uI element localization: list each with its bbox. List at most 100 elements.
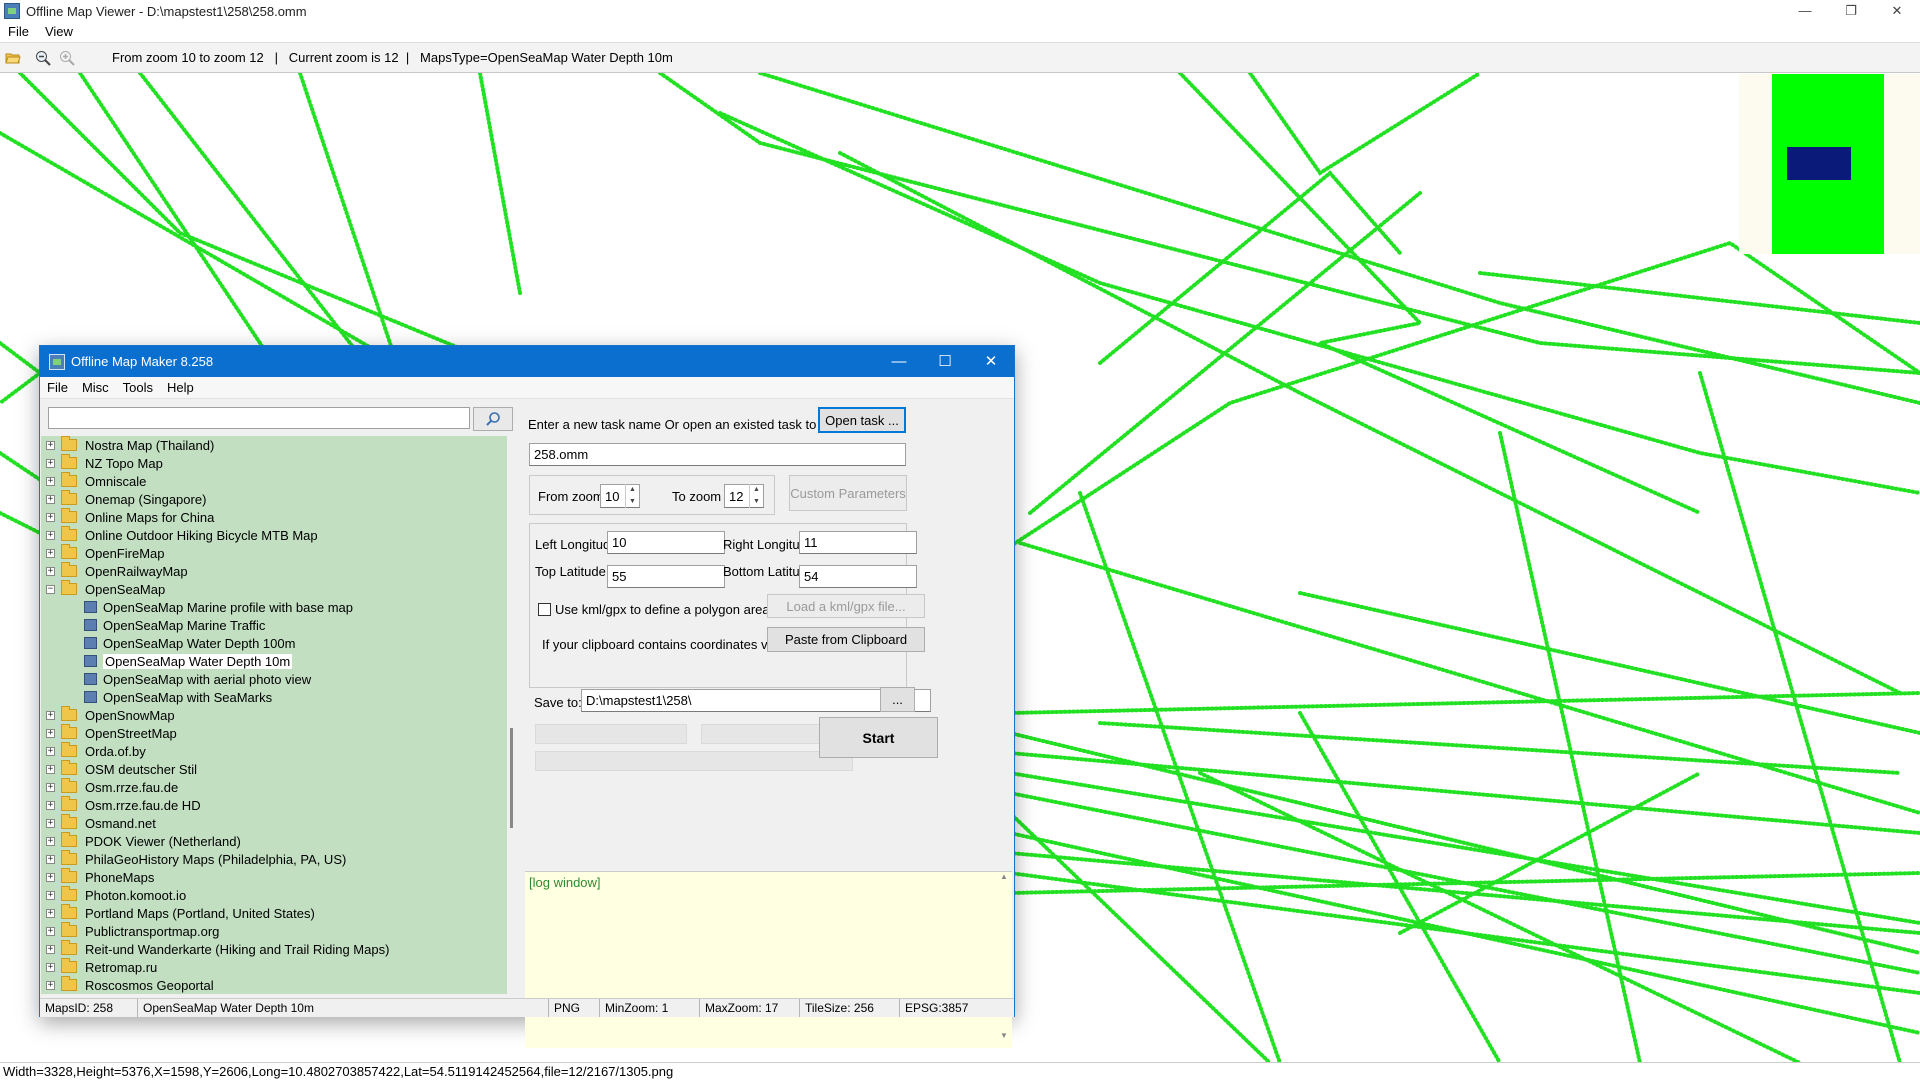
expand-icon[interactable]: + [46, 926, 55, 936]
tree-folder-item[interactable]: − OpenSeaMap [41, 580, 507, 598]
map-search-input[interactable] [48, 407, 470, 429]
folder-icon [61, 508, 77, 523]
collapse-icon[interactable]: − [46, 584, 55, 594]
top-latitude-input[interactable] [607, 565, 725, 588]
task-name-input[interactable] [529, 443, 906, 466]
log-window[interactable]: [log window] ▲ ▼ [525, 871, 1012, 1048]
tree-folder-item[interactable]: + OpenRailwayMap [41, 562, 507, 580]
tree-folder-item[interactable]: + Osm.rrze.fau.de HD [41, 796, 507, 814]
tree-folder-item[interactable]: + Reit-und Wanderkarte (Hiking and Trail … [41, 940, 507, 958]
expand-icon[interactable]: + [46, 548, 55, 558]
open-folder-icon[interactable] [2, 47, 24, 69]
tree-scrollbar[interactable] [507, 436, 517, 994]
expand-icon[interactable]: + [46, 710, 55, 720]
maker-menu-help[interactable]: Help [160, 377, 201, 398]
open-task-button[interactable]: Open task ... [818, 407, 906, 433]
expand-icon[interactable]: + [46, 746, 55, 756]
expand-icon[interactable]: + [46, 836, 55, 846]
tree-folder-item[interactable]: + OpenFireMap [41, 544, 507, 562]
expand-icon[interactable]: + [46, 962, 55, 972]
maker-menu-tools[interactable]: Tools [116, 377, 160, 398]
menu-file[interactable]: File [0, 22, 37, 42]
expand-icon[interactable]: + [46, 494, 55, 504]
tree-map-item[interactable]: OpenSeaMap Marine profile with base map [41, 598, 507, 616]
tree-folder-item[interactable]: + PhoneMaps [41, 868, 507, 886]
tree-folder-item[interactable]: + OpenStreetMap [41, 724, 507, 742]
restore-button[interactable]: ❐ [1828, 0, 1874, 22]
maker-minimize-button[interactable]: — [876, 346, 922, 377]
tree-folder-item[interactable]: + PDOK Viewer (Netherland) [41, 832, 507, 850]
search-button[interactable] [473, 407, 513, 431]
bottom-latitude-input[interactable] [799, 565, 917, 588]
tree-folder-item[interactable]: + Onemap (Singapore) [41, 490, 507, 508]
start-button[interactable]: Start [819, 717, 938, 758]
tree-map-item[interactable]: OpenSeaMap with SeaMarks [41, 688, 507, 706]
expand-icon[interactable]: + [46, 512, 55, 522]
tree-map-item[interactable]: OpenSeaMap Water Depth 10m [41, 652, 507, 670]
menu-view[interactable]: View [37, 22, 81, 42]
folder-icon [61, 472, 77, 487]
log-scrollbar[interactable]: ▲ ▼ [998, 872, 1010, 1049]
expand-icon[interactable]: + [46, 908, 55, 918]
zoom-out-icon[interactable] [32, 47, 54, 69]
browse-button[interactable]: ... [880, 687, 915, 712]
expand-icon[interactable]: + [46, 872, 55, 882]
tree-folder-item[interactable]: + NZ Topo Map [41, 454, 507, 472]
tree-folder-item[interactable]: + Photon.komoot.io [41, 886, 507, 904]
folder-icon [61, 490, 77, 505]
maker-menu-file[interactable]: File [40, 377, 75, 398]
expand-icon[interactable]: + [46, 440, 55, 450]
custom-parameters-button[interactable]: Custom Parameters [789, 475, 907, 511]
tree-folder-item[interactable]: + Nostra Map (Thailand) [41, 436, 507, 454]
tree-folder-item[interactable]: + Osmand.net [41, 814, 507, 832]
load-kml-button[interactable]: Load a kml/gpx file... [767, 594, 925, 618]
expand-icon[interactable]: + [46, 944, 55, 954]
tree-folder-item[interactable]: + Online Outdoor Hiking Bicycle MTB Map [41, 526, 507, 544]
zoom-in-icon[interactable] [56, 47, 78, 69]
tree-map-item[interactable]: OpenSeaMap with aerial photo view [41, 670, 507, 688]
tree-folder-item[interactable]: + Omniscale [41, 472, 507, 490]
left-longitude-input[interactable] [607, 531, 725, 554]
minimap[interactable] [1739, 74, 1920, 254]
use-kml-label[interactable]: Use kml/gpx to define a polygon area [555, 602, 770, 617]
tree-folder-item[interactable]: + PhilaGeoHistory Maps (Philadelphia, PA,… [41, 850, 507, 868]
maker-menu-misc[interactable]: Misc [75, 377, 116, 398]
expand-icon[interactable]: + [46, 476, 55, 486]
expand-icon[interactable]: + [46, 818, 55, 828]
maker-maximize-button[interactable]: ☐ [922, 346, 968, 377]
expand-icon[interactable]: + [46, 566, 55, 576]
map-source-tree[interactable]: + Nostra Map (Thailand) + NZ Topo Map + Omnis… [41, 436, 507, 994]
tree-folder-item[interactable]: + OSM deutscher Stil [41, 760, 507, 778]
folder-icon [61, 958, 77, 973]
tree-folder-item[interactable]: + Online Maps for China [41, 508, 507, 526]
tree-folder-item[interactable]: + Publictransportmap.org [41, 922, 507, 940]
expand-icon[interactable]: + [46, 728, 55, 738]
minimap-viewport-indicator[interactable] [1787, 147, 1851, 180]
from-zoom-spin-buttons[interactable]: ▲ ▼ [625, 484, 639, 508]
close-button[interactable]: ✕ [1874, 0, 1920, 22]
tree-map-item[interactable]: OpenSeaMap Marine Traffic [41, 616, 507, 634]
tree-folder-item[interactable]: + Retromap.ru [41, 958, 507, 976]
tree-item-label: OpenSeaMap Water Depth 100m [103, 635, 296, 651]
expand-icon[interactable]: + [46, 854, 55, 864]
expand-icon[interactable]: + [46, 890, 55, 900]
tree-folder-item[interactable]: + Osm.rrze.fau.de [41, 778, 507, 796]
expand-icon[interactable]: + [46, 458, 55, 468]
minimize-button[interactable]: — [1782, 0, 1828, 22]
expand-icon[interactable]: + [46, 530, 55, 540]
expand-icon[interactable]: + [46, 782, 55, 792]
maker-close-button[interactable]: ✕ [968, 346, 1014, 377]
tree-map-item[interactable]: OpenSeaMap Water Depth 100m [41, 634, 507, 652]
tree-folder-item[interactable]: + OpenSnowMap [41, 706, 507, 724]
to-zoom-spin-buttons[interactable]: ▲ ▼ [749, 484, 763, 508]
expand-icon[interactable]: + [46, 800, 55, 810]
save-to-input[interactable] [581, 689, 931, 712]
paste-from-clipboard-button[interactable]: Paste from Clipboard [767, 627, 925, 652]
tree-folder-item[interactable]: + Orda.of.by [41, 742, 507, 760]
use-kml-checkbox[interactable] [538, 603, 551, 616]
tree-folder-item[interactable]: + Portland Maps (Portland, United States) [41, 904, 507, 922]
right-longitude-input[interactable] [799, 531, 917, 554]
expand-icon[interactable]: + [46, 980, 55, 990]
tree-folder-item[interactable]: + Roscosmos Geoportal [41, 976, 507, 994]
expand-icon[interactable]: + [46, 764, 55, 774]
